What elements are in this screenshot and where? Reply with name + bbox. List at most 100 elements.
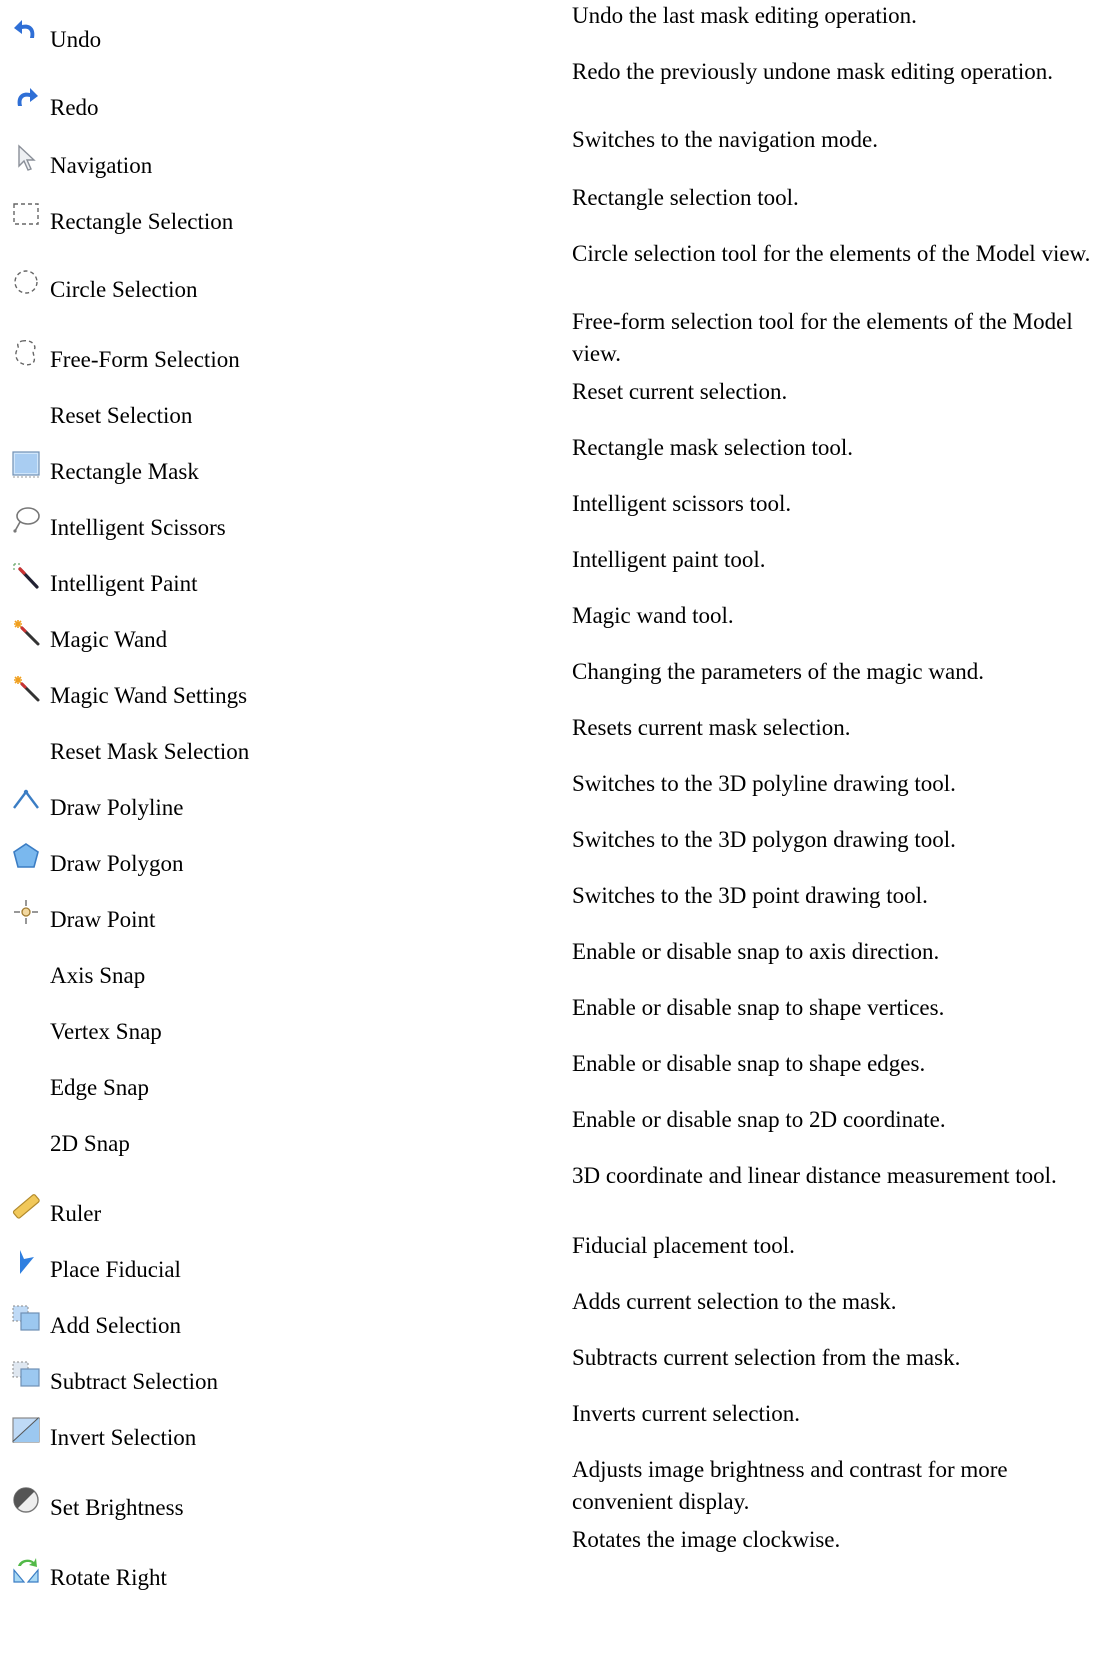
tool-description: Enable or disable snap to 2D coordinate. bbox=[572, 1107, 946, 1132]
rectangle-mask-icon bbox=[10, 448, 42, 480]
tool-row: Intelligent Paint Intelligent paint tool. bbox=[0, 544, 1119, 600]
tool-description: Switches to the navigation mode. bbox=[572, 127, 878, 152]
tool-name: Circle Selection bbox=[50, 277, 198, 302]
tool-name: Rectangle Selection bbox=[50, 209, 234, 234]
tool-name: Vertex Snap bbox=[50, 1019, 162, 1044]
tool-row: Navigation Switches to the navigation mod… bbox=[0, 124, 1119, 182]
add-selection-icon bbox=[10, 1302, 42, 1334]
tool-row: Draw Point Switches to the 3D point drawi… bbox=[0, 880, 1119, 936]
tool-name: Add Selection bbox=[50, 1313, 181, 1338]
tool-row: Add Selection Adds current selection to t… bbox=[0, 1286, 1119, 1342]
tool-row: Vertex Snap Enable or disable snap to sha… bbox=[0, 992, 1119, 1048]
tool-row: Free-Form Selection Free-form selection t… bbox=[0, 306, 1119, 376]
tool-row: Draw Polygon Switches to the 3D polygon d… bbox=[0, 824, 1119, 880]
tool-row: Draw Polyline Switches to the 3D polyline… bbox=[0, 768, 1119, 824]
tool-name: Draw Polygon bbox=[50, 851, 184, 876]
tool-description: Intelligent paint tool. bbox=[572, 547, 766, 572]
tool-name: Invert Selection bbox=[50, 1425, 197, 1450]
tool-name: Draw Point bbox=[50, 907, 156, 932]
tool-row: Subtract Selection Subtracts current sele… bbox=[0, 1342, 1119, 1398]
invert-selection-icon bbox=[10, 1414, 42, 1446]
tool-name: Place Fiducial bbox=[50, 1257, 181, 1282]
circle-selection-icon bbox=[10, 266, 42, 298]
tool-row: Reset Mask Selection Resets current mask … bbox=[0, 712, 1119, 768]
tool-description: Adds current selection to the mask. bbox=[572, 1289, 897, 1314]
tool-description: Enable or disable snap to axis direction… bbox=[572, 939, 940, 964]
tool-description: Resets current mask selection. bbox=[572, 715, 851, 740]
magic-wand-settings-icon bbox=[10, 672, 42, 704]
tool-description: Intelligent scissors tool. bbox=[572, 491, 792, 516]
tool-name: Magic Wand Settings bbox=[50, 683, 248, 708]
tool-name: Intelligent Scissors bbox=[50, 515, 226, 540]
tool-row: Place Fiducial Fiducial placement tool. bbox=[0, 1230, 1119, 1286]
tool-description: 3D coordinate and linear distance measur… bbox=[572, 1163, 1057, 1188]
tool-description: Undo the last mask editing operation. bbox=[572, 3, 917, 28]
tool-row: Circle Selection Circle selection tool fo… bbox=[0, 238, 1119, 306]
tool-name: Rotate Right bbox=[50, 1565, 167, 1590]
tool-row: Intelligent Scissors Intelligent scissors… bbox=[0, 488, 1119, 544]
tool-description: Enable or disable snap to shape edges. bbox=[572, 1051, 926, 1076]
rectangle-selection-icon bbox=[10, 198, 42, 230]
tool-name: Magic Wand bbox=[50, 627, 168, 652]
tool-name: Free-Form Selection bbox=[50, 347, 240, 372]
undo-icon bbox=[10, 16, 42, 48]
tool-row: Ruler 3D coordinate and linear distance m… bbox=[0, 1160, 1119, 1230]
tool-row: Axis Snap Enable or disable snap to axis … bbox=[0, 936, 1119, 992]
tool-name: Redo bbox=[50, 95, 99, 120]
tool-row: Magic Wand Settings Changing the paramete… bbox=[0, 656, 1119, 712]
tool-description: Switches to the 3D polyline drawing tool… bbox=[572, 771, 956, 796]
tool-name: Edge Snap bbox=[50, 1075, 150, 1100]
tool-name: Ruler bbox=[50, 1201, 102, 1226]
tool-row: Rectangle Mask Rectangle mask selection t… bbox=[0, 432, 1119, 488]
tool-description: Adjusts image brightness and contrast fo… bbox=[572, 1457, 1008, 1514]
tool-name: Rectangle Mask bbox=[50, 459, 199, 484]
tool-row: Magic Wand Magic wand tool. bbox=[0, 600, 1119, 656]
tool-row: Rectangle Selection Rectangle selection t… bbox=[0, 182, 1119, 238]
subtract-selection-icon bbox=[10, 1358, 42, 1390]
tool-row: Reset Selection Reset current selection. bbox=[0, 376, 1119, 432]
place-fiducial-icon bbox=[10, 1246, 42, 1278]
tool-description: Switches to the 3D point drawing tool. bbox=[572, 883, 928, 908]
tool-name: 2D Snap bbox=[50, 1131, 130, 1156]
tool-row: Redo Redo the previously undone mask edit… bbox=[0, 56, 1119, 124]
tool-name: Set Brightness bbox=[50, 1495, 184, 1520]
tool-description: Free-form selection tool for the element… bbox=[572, 309, 1073, 366]
tool-name: Reset Mask Selection bbox=[50, 739, 250, 764]
tool-name: Axis Snap bbox=[50, 963, 146, 988]
tool-description: Rectangle selection tool. bbox=[572, 185, 799, 210]
tool-description: Circle selection tool for the elements o… bbox=[572, 241, 1091, 266]
rotate-right-icon bbox=[10, 1554, 42, 1586]
free-form-selection-icon bbox=[10, 336, 42, 368]
set-brightness-icon bbox=[10, 1484, 42, 1516]
tool-row: Set Brightness Adjusts image brightness a… bbox=[0, 1454, 1119, 1524]
tool-description: Fiducial placement tool. bbox=[572, 1233, 795, 1258]
tool-name: Reset Selection bbox=[50, 403, 193, 428]
tool-description: Rotates the image clockwise. bbox=[572, 1527, 841, 1552]
tool-row: Undo Undo the last mask editing operation… bbox=[0, 0, 1119, 56]
tool-row: Edge Snap Enable or disable snap to shape… bbox=[0, 1048, 1119, 1104]
tool-name: Draw Polyline bbox=[50, 795, 184, 820]
ruler-icon bbox=[10, 1190, 42, 1222]
intelligent-scissors-icon bbox=[10, 504, 42, 536]
tool-description: Magic wand tool. bbox=[572, 603, 734, 628]
tool-name: Navigation bbox=[50, 153, 153, 178]
tool-description: Enable or disable snap to shape vertices… bbox=[572, 995, 945, 1020]
magic-wand-icon bbox=[10, 616, 42, 648]
navigation-arrow-icon bbox=[10, 142, 42, 174]
intelligent-paint-icon bbox=[10, 560, 42, 592]
redo-icon bbox=[10, 84, 42, 116]
tool-description: Rectangle mask selection tool. bbox=[572, 435, 854, 460]
tool-name: Subtract Selection bbox=[50, 1369, 218, 1394]
tool-description: Subtracts current selection from the mas… bbox=[572, 1345, 961, 1370]
draw-point-icon bbox=[10, 896, 42, 928]
tool-description: Switches to the 3D polygon drawing tool. bbox=[572, 827, 956, 852]
draw-polyline-icon bbox=[10, 784, 42, 816]
tool-name: Intelligent Paint bbox=[50, 571, 198, 596]
tool-row: 2D Snap Enable or disable snap to 2D coor… bbox=[0, 1104, 1119, 1160]
draw-polygon-icon bbox=[10, 840, 42, 872]
tool-description: Inverts current selection. bbox=[572, 1401, 800, 1426]
tool-description: Reset current selection. bbox=[572, 379, 788, 404]
tool-description: Redo the previously undone mask editing … bbox=[572, 59, 1053, 84]
tool-description: Changing the parameters of the magic wan… bbox=[572, 659, 984, 684]
tool-row: Invert Selection Inverts current selectio… bbox=[0, 1398, 1119, 1454]
